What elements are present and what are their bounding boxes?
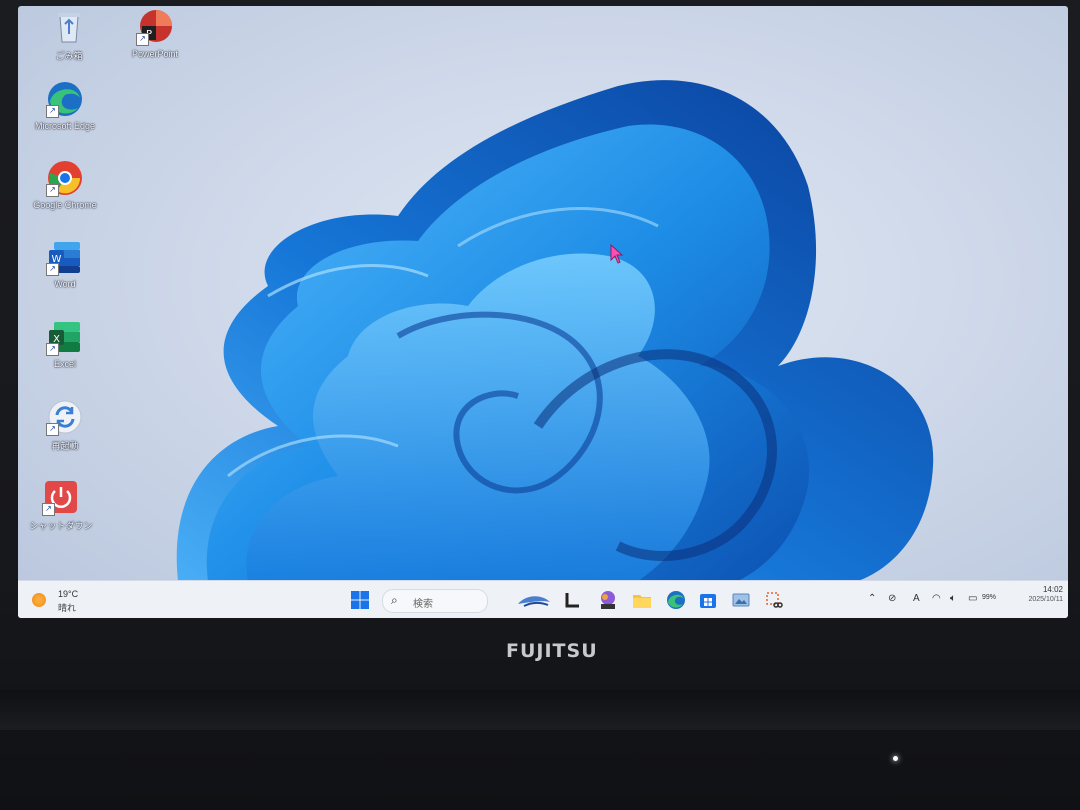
wallpaper-bloom (176, 80, 934, 580)
powerpoint-icon: P ↗ (136, 8, 174, 46)
taskbar-photos-button[interactable] (731, 590, 751, 610)
clock-date: 2025/10/11 (1028, 596, 1063, 603)
shortcut-arrow-icon: ↗ (136, 33, 149, 46)
task-view-icon (565, 593, 579, 608)
desktop-icon-label: Microsoft Edge (34, 121, 96, 131)
taskbar-copilot-button[interactable] (516, 590, 552, 610)
chrome-icon: ↗ (46, 159, 84, 197)
desktop-screen: ごみ箱 P ↗ PowerPoint ↗ Microsoft Edge ↗ Go… (18, 6, 1068, 618)
desktop-icon-label: 再起動 (51, 441, 79, 451)
taskbar-clock[interactable]: 14:02 2025/10/11 (1003, 585, 1063, 603)
clock-time: 14:02 (1042, 585, 1063, 594)
word-icon: W ↗ (46, 238, 84, 276)
taskbar-snipping-tool-button[interactable] (764, 590, 784, 610)
battery-icon[interactable]: ▭ (968, 593, 977, 604)
mouse-cursor-icon (610, 244, 624, 264)
recycle-bin-icon (50, 8, 88, 46)
battery-percent: 99% (982, 594, 997, 601)
widget-plane-icon (518, 596, 550, 607)
desktop-icon-shutdown[interactable]: ↗ シャットダウン (22, 478, 100, 532)
shortcut-arrow-icon: ↗ (46, 423, 59, 436)
chevron-up-icon[interactable]: ⌃ (868, 593, 876, 604)
desktop-icon-label: Word (54, 279, 76, 289)
desktop-icon-chrome[interactable]: ↗ Google Chrome (26, 159, 104, 210)
weather-condition: 晴れ (58, 603, 77, 613)
shortcut-arrow-icon: ↗ (46, 105, 59, 118)
search-placeholder: 検索 (413, 599, 433, 610)
search-icon: ⌕ (391, 593, 398, 607)
desktop-icon-label: シャットダウン (29, 521, 93, 531)
desktop-icon-restart[interactable]: ↗ 再起動 (26, 398, 104, 452)
laptop-hinge (0, 690, 1080, 730)
desktop-icon-label: Google Chrome (33, 200, 97, 210)
folder-icon (633, 595, 651, 608)
shortcut-arrow-icon: ↗ (46, 343, 59, 356)
edge-icon: ↗ (46, 80, 84, 118)
taskbar-app-button[interactable] (598, 590, 618, 610)
store-icon (700, 594, 716, 608)
weather-temperature: 19°C (58, 589, 79, 599)
desktop-icon-label: PowerPoint (131, 49, 179, 59)
shortcut-arrow-icon: ↗ (46, 263, 59, 276)
sun-icon (32, 593, 46, 607)
desktop-icon-recycle-bin[interactable]: ごみ箱 (30, 8, 108, 62)
volume-icon[interactable]: 🔈︎ (950, 593, 956, 604)
desktop-icon-excel[interactable]: X ↗ Excel (26, 318, 104, 369)
desktop-icon-powerpoint[interactable]: P ↗ PowerPoint (116, 8, 194, 59)
taskbar-store-button[interactable] (698, 590, 718, 610)
desktop-icon-label: Excel (53, 359, 76, 369)
desktop-icon-word[interactable]: W ↗ Word (26, 238, 104, 289)
taskbar: 19°C 晴れ ⌕ 検索 ⌃ ⊘ A ◠ 🔈︎ ▭ 99% 14:02 2025… (18, 580, 1068, 618)
shortcut-arrow-icon: ↗ (46, 184, 59, 197)
excel-icon: X ↗ (46, 318, 84, 356)
windows-logo-icon (351, 591, 369, 609)
taskbar-file-explorer-button[interactable] (632, 590, 652, 610)
desktop-icon-edge[interactable]: ↗ Microsoft Edge (26, 80, 104, 131)
desktop-icon-label: ごみ箱 (55, 51, 83, 61)
restart-icon: ↗ (46, 398, 84, 436)
ime-indicator[interactable]: A (913, 593, 920, 604)
taskbar-edge-button[interactable] (666, 590, 686, 610)
start-button[interactable] (350, 590, 370, 610)
shutdown-icon: ↗ (42, 478, 80, 516)
wifi-icon[interactable]: ◠ (932, 593, 941, 604)
snipping-tool-icon (766, 592, 783, 608)
copilot-icon (601, 591, 615, 609)
taskbar-search-box[interactable]: ⌕ 検索 (382, 589, 488, 613)
power-led (893, 756, 898, 761)
taskbar-task-view-button[interactable] (562, 590, 582, 610)
network-disconnected-icon[interactable]: ⊘ (888, 593, 896, 604)
laptop-brand-logo: FUJITSU (506, 640, 598, 662)
edge-icon (667, 591, 685, 609)
shortcut-arrow-icon: ↗ (42, 503, 55, 516)
photos-icon (732, 593, 750, 607)
